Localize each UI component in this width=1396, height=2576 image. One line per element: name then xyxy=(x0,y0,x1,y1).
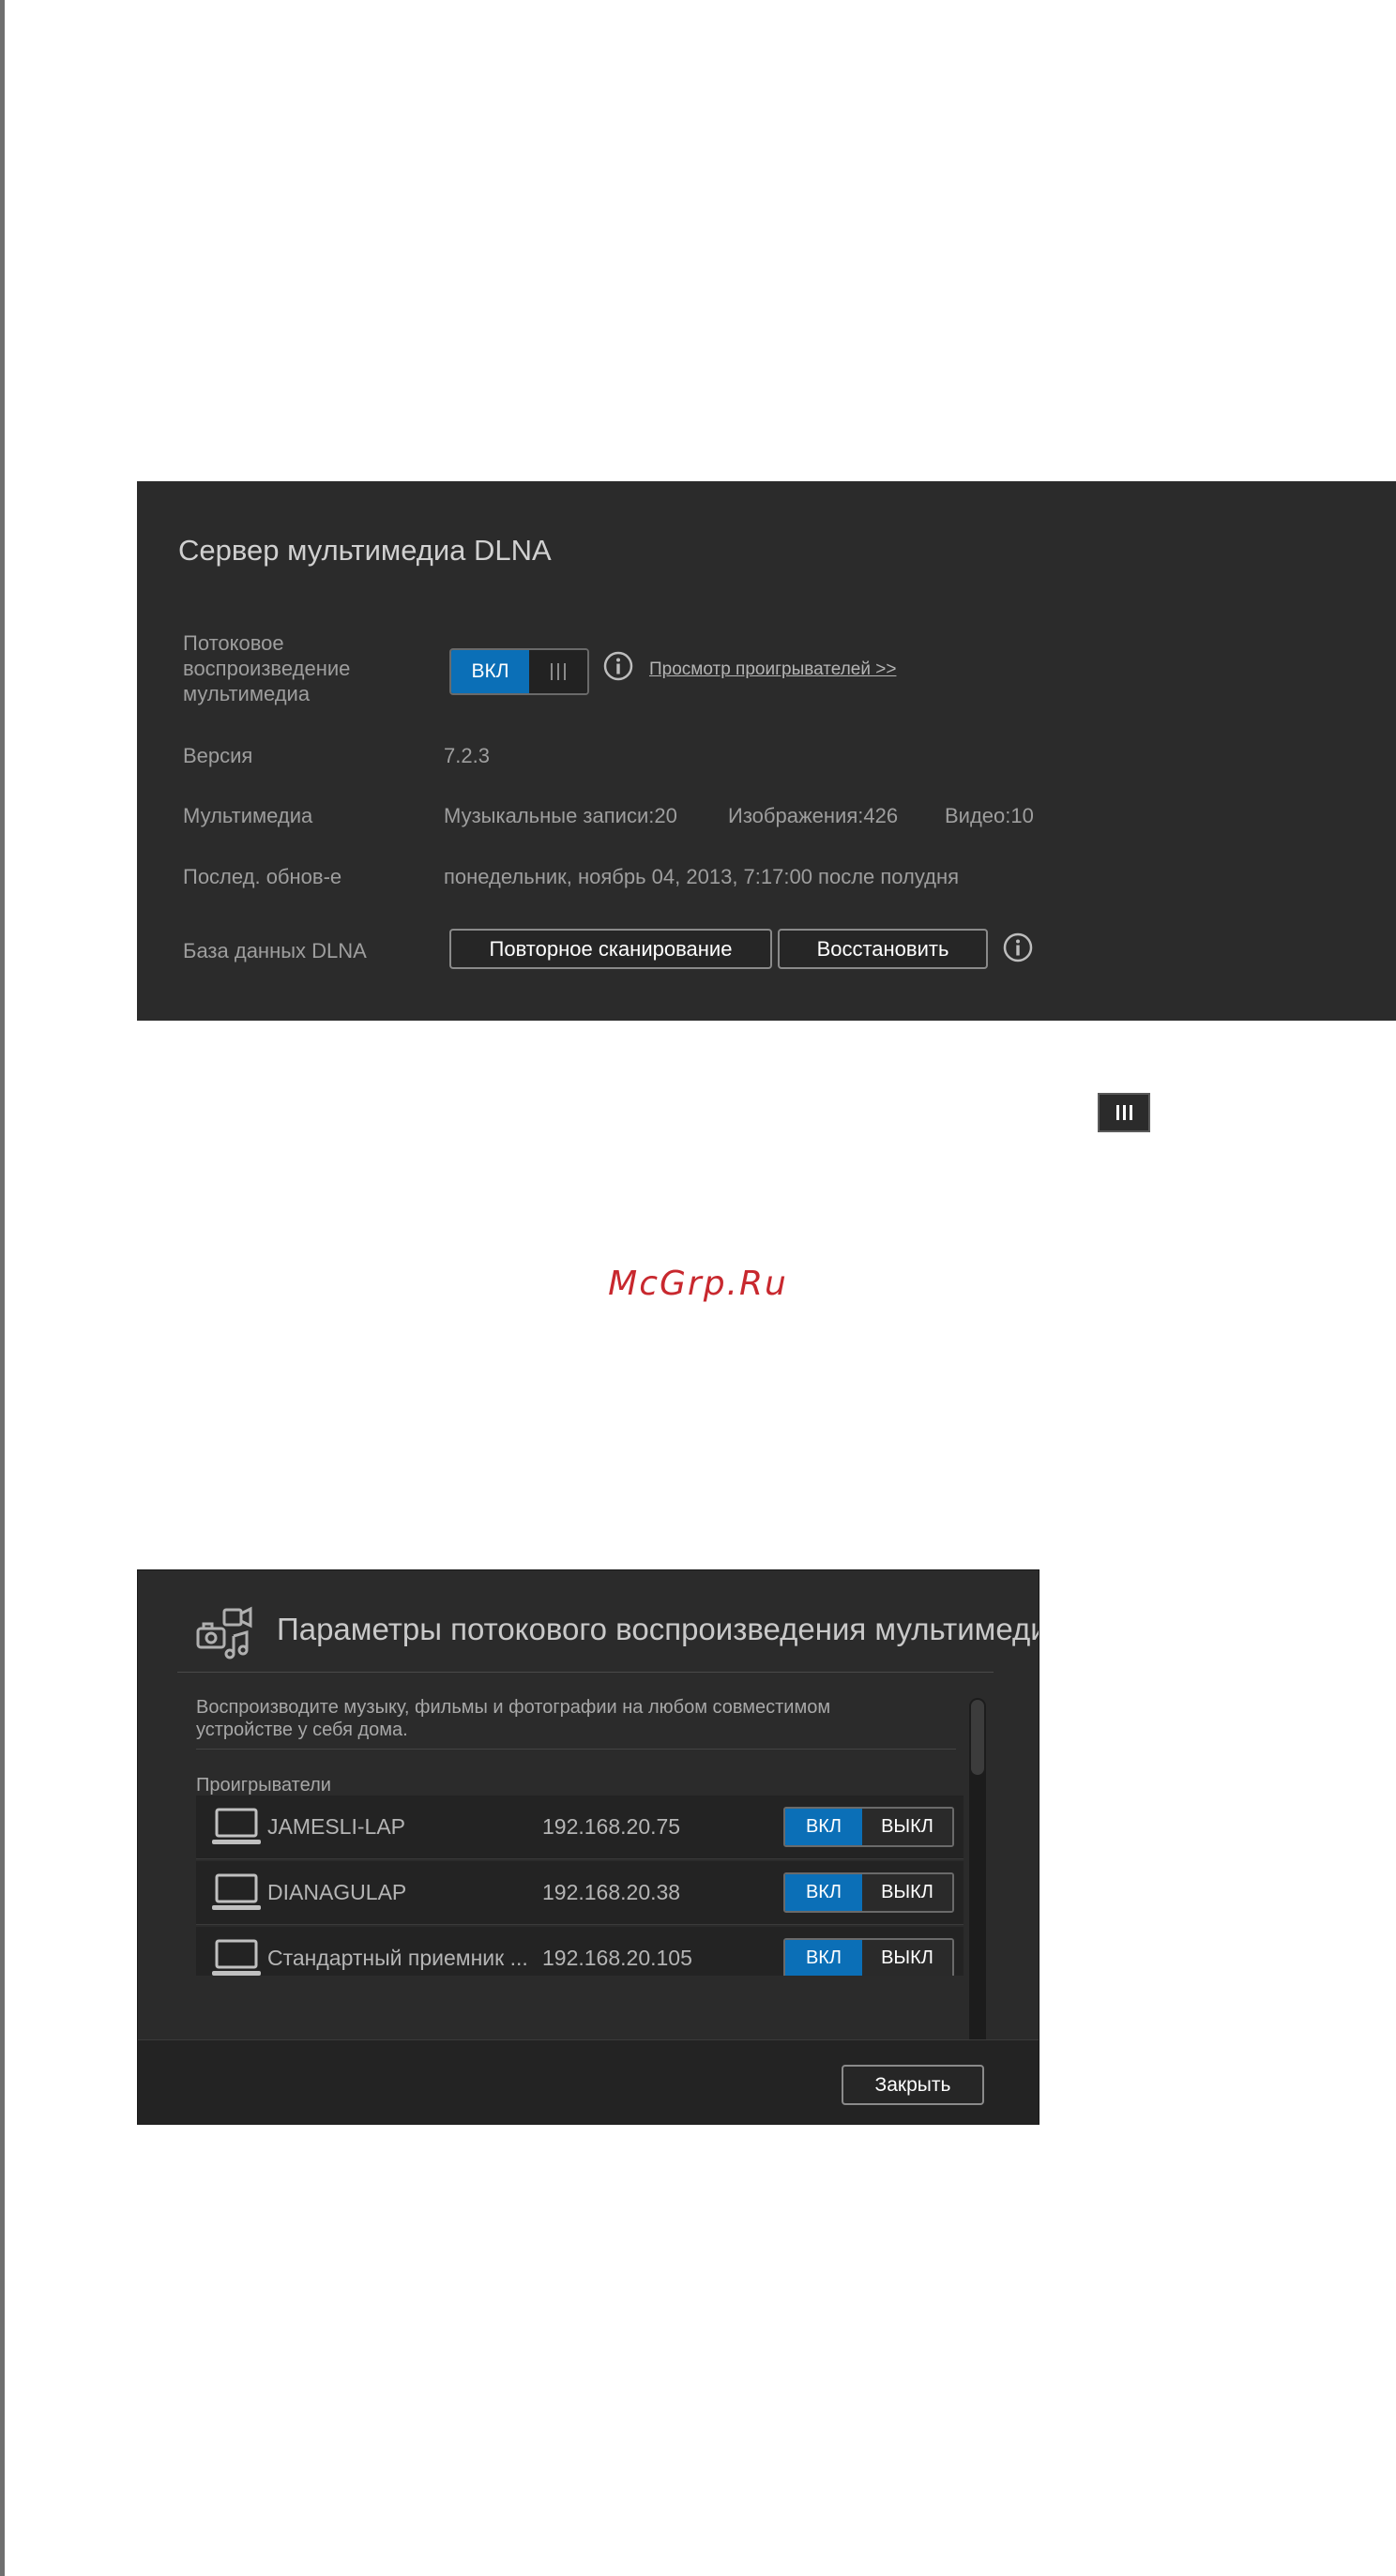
player-on-button[interactable]: ВКЛ xyxy=(785,1940,862,1976)
players-scrollbar[interactable] xyxy=(969,1698,986,2066)
players-label: Проигрыватели xyxy=(196,1775,331,1796)
player-off-button[interactable]: ВЫКЛ xyxy=(862,1809,952,1845)
media-label: Мультимедиа xyxy=(183,804,313,827)
player-name: Стандартный приемник ... xyxy=(267,1946,528,1970)
player-name: JAMESLI-LAP xyxy=(267,1814,405,1839)
player-on-button[interactable]: ВКЛ xyxy=(785,1809,862,1845)
grip-icon xyxy=(1115,1105,1132,1120)
player-name: DIANAGULAP xyxy=(267,1880,407,1904)
last-update-label: Послед. обнов-е xyxy=(183,865,342,888)
view-players-link[interactable]: Просмотр проигрывателей >> xyxy=(649,659,896,680)
db-info-icon[interactable] xyxy=(1003,932,1033,962)
player-row: Стандартный приемник ... 192.168.20.105 … xyxy=(196,1927,964,1976)
player-row: JAMESLI-LAP 192.168.20.75 ВКЛ ВЫКЛ xyxy=(196,1796,964,1859)
watermark: McGrp.Ru xyxy=(608,1265,788,1303)
rescan-button[interactable]: Повторное сканирование xyxy=(449,929,772,969)
player-on-button[interactable]: ВКЛ xyxy=(785,1874,862,1911)
streaming-toggle[interactable]: ВКЛ xyxy=(449,648,589,695)
streaming-toggle-on[interactable]: ВКЛ xyxy=(451,650,529,693)
player-row: DIANAGULAP 192.168.20.38 ВКЛ ВЫКЛ xyxy=(196,1861,964,1925)
music-count: Музыкальные записи:20 xyxy=(444,804,677,827)
db-label: База данных DLNA xyxy=(183,939,367,962)
info-icon[interactable] xyxy=(603,651,633,681)
player-ip: 192.168.20.38 xyxy=(542,1880,681,1904)
player-off-button[interactable]: ВЫКЛ xyxy=(862,1940,952,1976)
media-icon xyxy=(196,1606,252,1659)
player-toggle[interactable]: ВКЛ ВЫКЛ xyxy=(783,1938,954,1976)
dlna-server-panel: Сервер мультимедиа DLNA Потоковое воспро… xyxy=(137,481,1396,1021)
dialog-description: Воспроизводите музыку, фильмы и фотограф… xyxy=(196,1697,831,1740)
streaming-settings-dialog: Параметры потокового воспроизведения мул… xyxy=(137,1569,1039,2125)
player-ip: 192.168.20.75 xyxy=(542,1814,681,1839)
streaming-label: Потоковое воспроизведение мультимедиа xyxy=(183,631,351,705)
player-off-button[interactable]: ВЫКЛ xyxy=(862,1874,952,1911)
header-divider xyxy=(177,1672,994,1673)
restore-button[interactable]: Восстановить xyxy=(778,929,988,969)
version-value: 7.2.3 xyxy=(444,744,490,767)
player-ip: 192.168.20.105 xyxy=(542,1946,692,1970)
description-divider xyxy=(196,1749,956,1750)
laptop-icon xyxy=(212,1939,261,1976)
version-label: Версия xyxy=(183,744,253,767)
dlna-panel-title: Сервер мультимедиа DLNA xyxy=(178,534,552,567)
dialog-title: Параметры потокового воспроизведения мул… xyxy=(277,1612,1039,1646)
toggle-handle-icon xyxy=(1098,1093,1150,1132)
grip-icon xyxy=(551,663,566,680)
scrollbar-thumb[interactable] xyxy=(971,1700,984,1775)
dialog-footer: Закрыть xyxy=(138,2039,1039,2124)
laptop-icon xyxy=(212,1873,261,1910)
video-count: Видео:10 xyxy=(945,804,1034,827)
laptop-icon xyxy=(212,1808,261,1844)
images-count: Изображения:426 xyxy=(728,804,899,827)
player-toggle[interactable]: ВКЛ ВЫКЛ xyxy=(783,1807,954,1847)
last-update-value: понедельник, ноябрь 04, 2013, 7:17:00 по… xyxy=(444,865,960,888)
close-button[interactable]: Закрыть xyxy=(842,2065,984,2105)
player-toggle[interactable]: ВКЛ ВЫКЛ xyxy=(783,1872,954,1913)
players-list: JAMESLI-LAP 192.168.20.75 ВКЛ ВЫКЛ DIANA… xyxy=(196,1796,964,1976)
streaming-toggle-handle[interactable] xyxy=(529,650,587,693)
